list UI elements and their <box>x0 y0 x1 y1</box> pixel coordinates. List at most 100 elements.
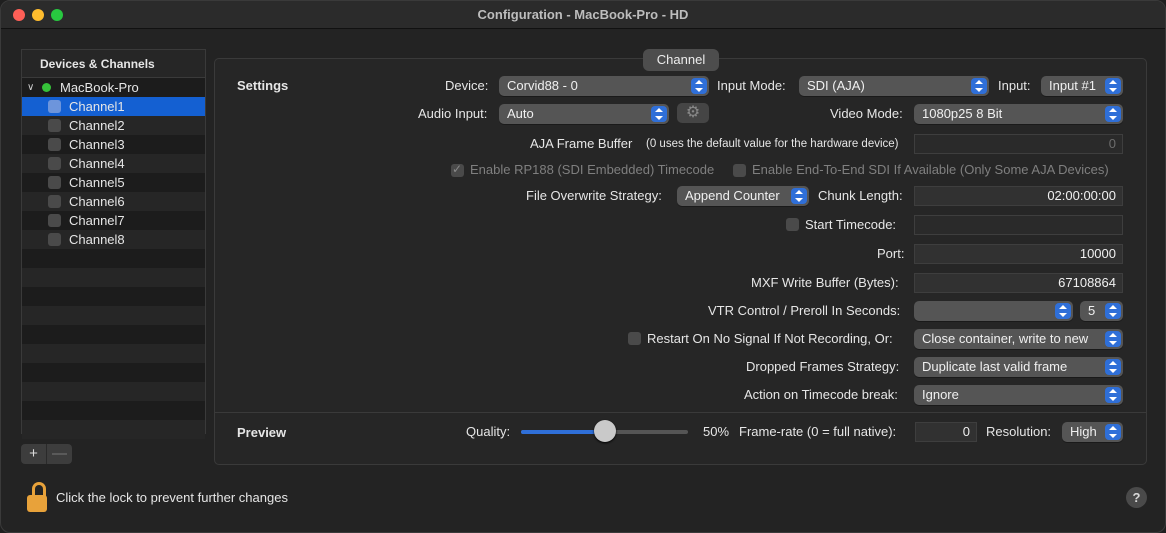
devices-channels-list[interactable]: Devices & Channels ∨ MacBook-Pro Channel… <box>21 49 206 439</box>
popup-arrows-icon <box>1105 78 1121 94</box>
device-label: Device: <box>445 78 489 93</box>
gear-icon[interactable]: ⚙ <box>677 103 709 123</box>
preview-section-label: Preview <box>237 425 287 440</box>
channel-checkbox[interactable] <box>48 100 61 113</box>
popup-arrows-icon <box>1055 303 1071 319</box>
preroll-value: 5 <box>1088 303 1096 318</box>
window-title: Configuration - MacBook-Pro - HD <box>477 7 689 22</box>
channel-label: Channel2 <box>69 118 125 133</box>
help-icon[interactable]: ? <box>1126 487 1147 508</box>
start-timecode-checkbox[interactable] <box>786 218 799 231</box>
channel-row[interactable]: Channel5 <box>22 173 205 192</box>
channel-row[interactable]: Channel7 <box>22 211 205 230</box>
channel-label: Channel6 <box>69 194 125 209</box>
channel-checkbox[interactable] <box>48 119 61 132</box>
channel-label: Channel1 <box>69 99 125 114</box>
framerate-field[interactable]: 0 <box>915 422 977 442</box>
empty-row <box>22 268 205 287</box>
channel-label: Channel7 <box>69 213 125 228</box>
channel-row[interactable]: Channel1 <box>22 97 205 116</box>
popup-arrows-icon <box>971 78 987 94</box>
empty-row <box>22 249 205 268</box>
lock-message: Click the lock to prevent further change… <box>56 490 288 505</box>
vtr-control-label: VTR Control / Preroll In Seconds: <box>708 303 901 318</box>
empty-row <box>22 401 205 420</box>
channel-row[interactable]: Channel3 <box>22 135 205 154</box>
resolution-select[interactable]: High <box>1062 422 1123 442</box>
popup-arrows-icon <box>651 106 667 122</box>
configuration-window: Configuration - MacBook-Pro - HD Devices… <box>0 0 1166 533</box>
channel-checkbox[interactable] <box>48 233 61 246</box>
timecode-break-label: Action on Timecode break: <box>744 387 898 402</box>
status-dot-icon <box>42 83 51 92</box>
port-label: Port: <box>877 246 905 261</box>
resolution-label: Resolution: <box>986 424 1052 439</box>
channel-checkbox[interactable] <box>48 176 61 189</box>
channel-checkbox[interactable] <box>48 157 61 170</box>
preroll-select[interactable]: 5 <box>1080 301 1123 321</box>
audio-input-label: Audio Input: <box>418 106 488 121</box>
channel-label: Channel4 <box>69 156 125 171</box>
section-divider <box>215 412 1146 413</box>
timecode-break-select[interactable]: Ignore <box>914 385 1123 405</box>
quality-slider-fill <box>521 430 605 434</box>
overwrite-strategy-select[interactable]: Append Counter <box>677 186 809 206</box>
start-timecode-field[interactable] <box>914 215 1123 235</box>
channel-row[interactable]: Channel8 <box>22 230 205 249</box>
input-mode-select[interactable]: SDI (AJA) <box>799 76 989 96</box>
channel-checkbox[interactable] <box>48 195 61 208</box>
aja-frame-buffer-label: AJA Frame Buffer <box>530 136 633 151</box>
remove-channel-button[interactable]: — <box>46 444 72 464</box>
device-select[interactable]: Corvid88 - 0 <box>499 76 709 96</box>
channel-row[interactable]: Channel2 <box>22 116 205 135</box>
popup-arrows-icon <box>791 188 807 204</box>
audio-input-select[interactable]: Auto <box>499 104 669 124</box>
chunk-length-field[interactable]: 02:00:00:00 <box>914 186 1123 206</box>
video-mode-value: 1080p25 8 Bit <box>922 106 1003 121</box>
popup-arrows-icon <box>1105 303 1121 319</box>
device-name: MacBook-Pro <box>60 80 139 95</box>
quality-slider-thumb[interactable] <box>593 420 616 442</box>
aja-frame-buffer-note: (0 uses the default value for the hardwa… <box>646 138 899 150</box>
channel-row[interactable]: Channel6 <box>22 192 205 211</box>
restart-value: Close container, write to new <box>922 331 1089 346</box>
channel-checkbox[interactable] <box>48 214 61 227</box>
empty-row <box>22 287 205 306</box>
rp188-checkbox[interactable] <box>451 162 464 177</box>
empty-row <box>22 363 205 382</box>
port-field[interactable]: 10000 <box>914 244 1123 264</box>
input-label: Input: <box>998 78 1031 93</box>
popup-arrows-icon <box>1105 331 1121 347</box>
aja-frame-buffer-field[interactable]: 0 <box>914 134 1123 154</box>
input-value: Input #1 <box>1049 78 1096 93</box>
channel-label: Channel5 <box>69 175 125 190</box>
restart-checkbox[interactable] <box>628 332 641 345</box>
popup-arrows-icon <box>1105 424 1121 440</box>
quality-value: 50% <box>703 424 730 439</box>
popup-arrows-icon <box>1105 387 1121 403</box>
input-select[interactable]: Input #1 <box>1041 76 1123 96</box>
device-value: Corvid88 - 0 <box>507 78 578 93</box>
quality-label: Quality: <box>466 424 511 439</box>
mxf-buffer-label: MXF Write Buffer (Bytes): <box>751 275 899 290</box>
tab-channel[interactable]: Channel <box>643 49 719 71</box>
lock-body <box>27 495 47 512</box>
overwrite-strategy-label: File Overwrite Strategy: <box>526 188 662 203</box>
video-mode-select[interactable]: 1080p25 8 Bit <box>914 104 1123 124</box>
device-row[interactable]: ∨ MacBook-Pro <box>22 78 205 97</box>
timecode-break-value: Ignore <box>922 387 959 402</box>
dropped-frames-select[interactable]: Duplicate last valid frame <box>914 357 1123 377</box>
lock-open-icon[interactable] <box>25 482 49 514</box>
popup-arrows-icon <box>1105 106 1121 122</box>
channel-checkbox[interactable] <box>48 138 61 151</box>
end-to-end-checkbox[interactable] <box>733 164 746 177</box>
add-channel-button[interactable]: + <box>21 444 46 464</box>
popup-arrows-icon <box>691 78 707 94</box>
restart-select[interactable]: Close container, write to new <box>914 329 1123 349</box>
vtr-control-select[interactable] <box>914 301 1073 321</box>
channel-label: Channel8 <box>69 232 125 247</box>
mxf-buffer-field[interactable]: 67108864 <box>914 273 1123 293</box>
channel-row[interactable]: Channel4 <box>22 154 205 173</box>
video-mode-label: Video Mode: <box>830 106 903 121</box>
chevron-down-icon[interactable]: ∨ <box>27 78 34 97</box>
